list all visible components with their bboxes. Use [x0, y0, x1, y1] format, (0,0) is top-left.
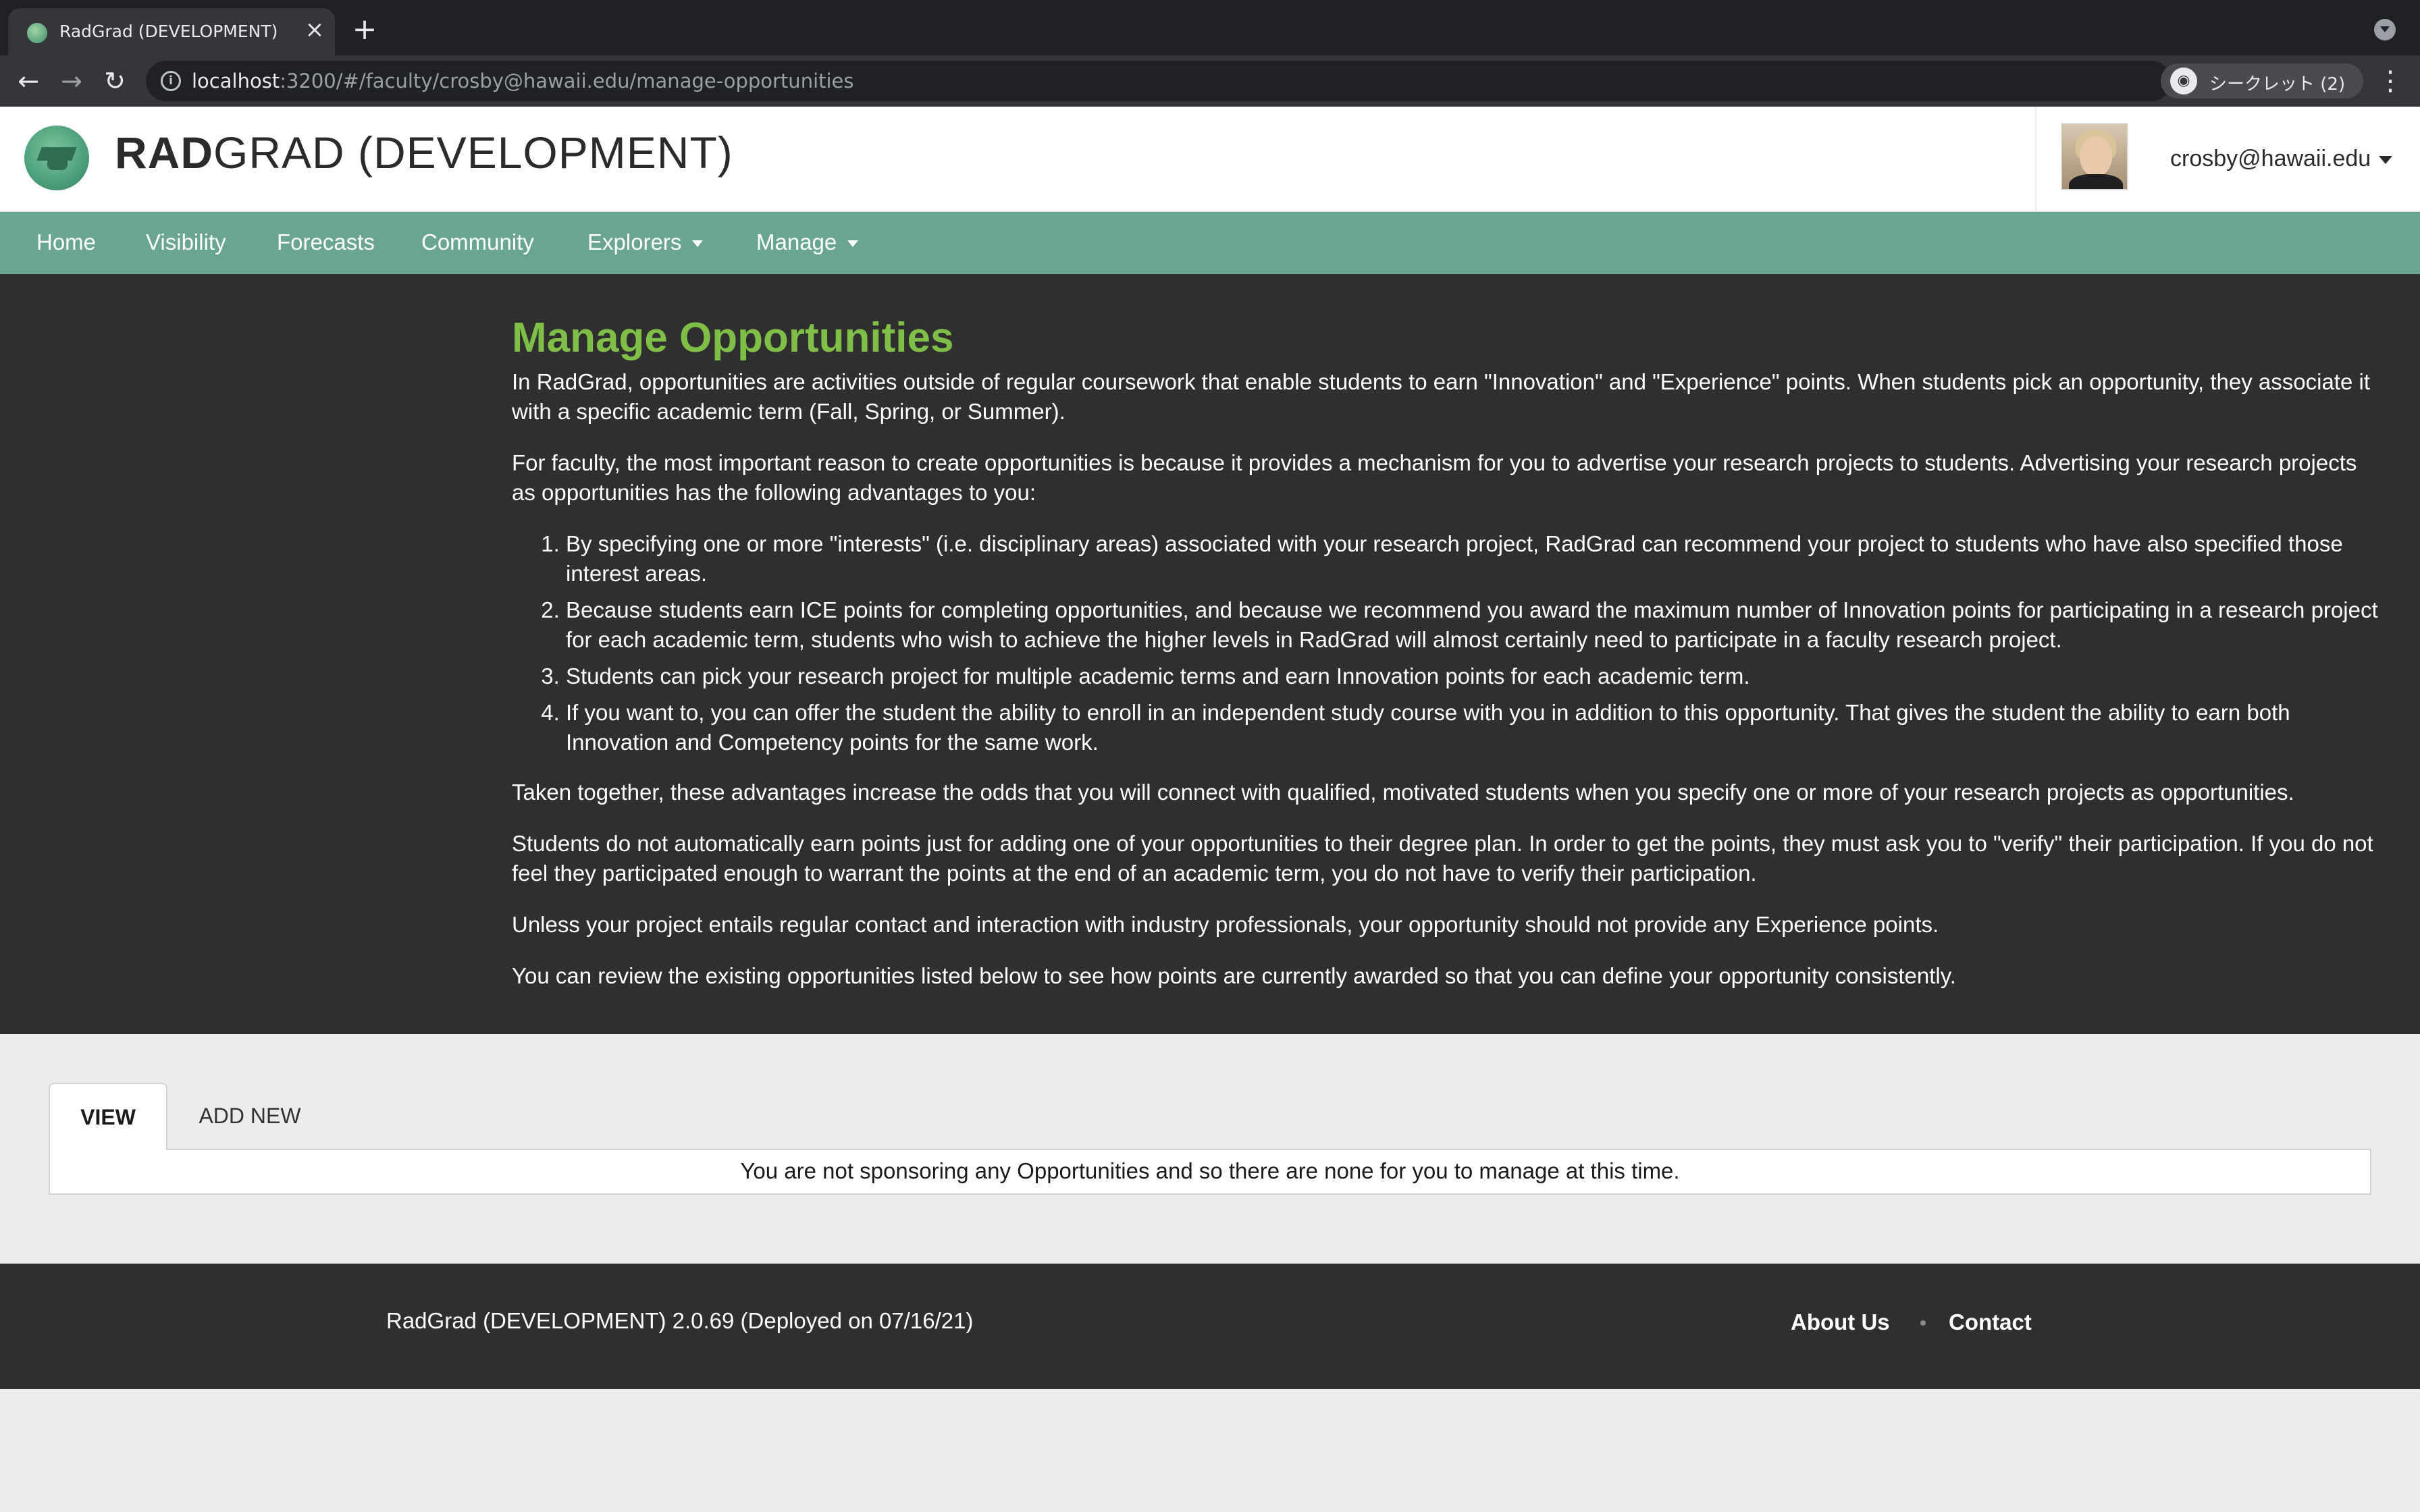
nav-item-explorers[interactable]: Explorers [587, 230, 704, 255]
radgrad-favicon-icon [27, 23, 47, 43]
contact-link[interactable]: Contact [1949, 1310, 2032, 1335]
intro-section: Manage Opportunities In RadGrad, opportu… [0, 274, 2420, 1034]
browser-menu-icon[interactable]: ⋮ [2377, 65, 2404, 97]
tab-search-icon[interactable] [2374, 19, 2396, 40]
nav-item-visibility[interactable]: Visibility [146, 230, 226, 255]
footer-separator [1920, 1320, 1926, 1326]
tab-panel: You are not sponsoring any Opportunities… [49, 1149, 2371, 1195]
browser-toolbar: ← → ↻ i localhost:3200/#/faculty/crosby@… [0, 55, 2420, 107]
footer: RadGrad (DEVELOPMENT) 2.0.69 (Deployed o… [0, 1264, 2420, 1389]
opportunities-content: VIEW ADD NEW You are not sponsoring any … [0, 1034, 2420, 1264]
intro-paragraph: Students do not automatically earn point… [512, 831, 2373, 886]
address-bar[interactable]: i localhost:3200/#/faculty/crosby@hawaii… [146, 61, 2286, 101]
incognito-label: シークレット (2) [2209, 74, 2346, 94]
about-us-link[interactable]: About Us [1791, 1310, 1890, 1335]
avatar[interactable] [2061, 123, 2128, 190]
tab-view[interactable]: VIEW [49, 1083, 167, 1150]
list-item: Students can pick your research project … [566, 662, 2378, 691]
new-tab-icon[interactable]: + [350, 15, 379, 45]
close-tab-icon[interactable]: × [302, 18, 327, 42]
radgrad-logo-icon[interactable] [24, 126, 89, 190]
intro-paragraph: For faculty, the most important reason t… [512, 450, 2357, 505]
reload-icon[interactable]: ↻ [99, 65, 131, 97]
back-icon[interactable]: ← [12, 65, 45, 97]
list-item: Because students earn ICE points for com… [566, 595, 2378, 655]
intro-content: Manage Opportunities In RadGrad, opportu… [512, 312, 2378, 1013]
intro-paragraph: You can review the existing opportunitie… [512, 963, 1956, 988]
browser-tab-title: RadGrad (DEVELOPMENT) [59, 22, 278, 41]
incognito-icon: ◉ [2170, 68, 2197, 94]
nav-item-community[interactable]: Community [421, 230, 534, 255]
intro-paragraph: In RadGrad, opportunities are activities… [512, 369, 2370, 424]
caret-down-icon [847, 240, 859, 248]
advantages-list: By specifying one or more "interests" (i… [566, 529, 2378, 757]
nav-item-forecasts[interactable]: Forecasts [277, 230, 375, 255]
empty-message: You are not sponsoring any Opportunities… [740, 1158, 1680, 1183]
nav-item-home[interactable]: Home [36, 230, 96, 255]
site-info-icon[interactable]: i [161, 71, 181, 91]
footer-version: RadGrad (DEVELOPMENT) 2.0.69 (Deployed o… [386, 1308, 974, 1333]
intro-paragraph: Taken together, these advantages increas… [512, 780, 2294, 805]
list-item: By specifying one or more "interests" (i… [566, 529, 2378, 589]
nav-item-manage[interactable]: Manage [756, 230, 859, 255]
caret-down-icon [2379, 156, 2393, 165]
user-menu-dropdown[interactable]: crosby@hawaii.edu [2170, 146, 2393, 172]
app-header: RADGRAD (DEVELOPMENT) crosby@hawaii.edu [0, 107, 2420, 212]
caret-down-icon [692, 240, 704, 248]
forward-icon[interactable]: → [55, 65, 88, 97]
header-divider [2035, 107, 2036, 211]
address-url[interactable]: localhost:3200/#/faculty/crosby@hawaii.e… [192, 70, 854, 92]
intro-paragraph: Unless your project entails regular cont… [512, 912, 1939, 937]
page-background [0, 1389, 2420, 1512]
list-item: If you want to, you can offer the studen… [566, 698, 2378, 757]
browser-tabstrip: RadGrad (DEVELOPMENT) × + [0, 0, 2420, 57]
incognito-indicator[interactable]: ◉ シークレット (2) [2161, 63, 2363, 99]
tab-add-new[interactable]: ADD NEW [169, 1083, 331, 1150]
main-nav: Home Visibility Forecasts Community Expl… [0, 212, 2420, 274]
app-brand[interactable]: RADGRAD (DEVELOPMENT) [115, 127, 733, 178]
page-title: Manage Opportunities [512, 315, 954, 361]
browser-tab[interactable]: RadGrad (DEVELOPMENT) × [8, 8, 335, 57]
